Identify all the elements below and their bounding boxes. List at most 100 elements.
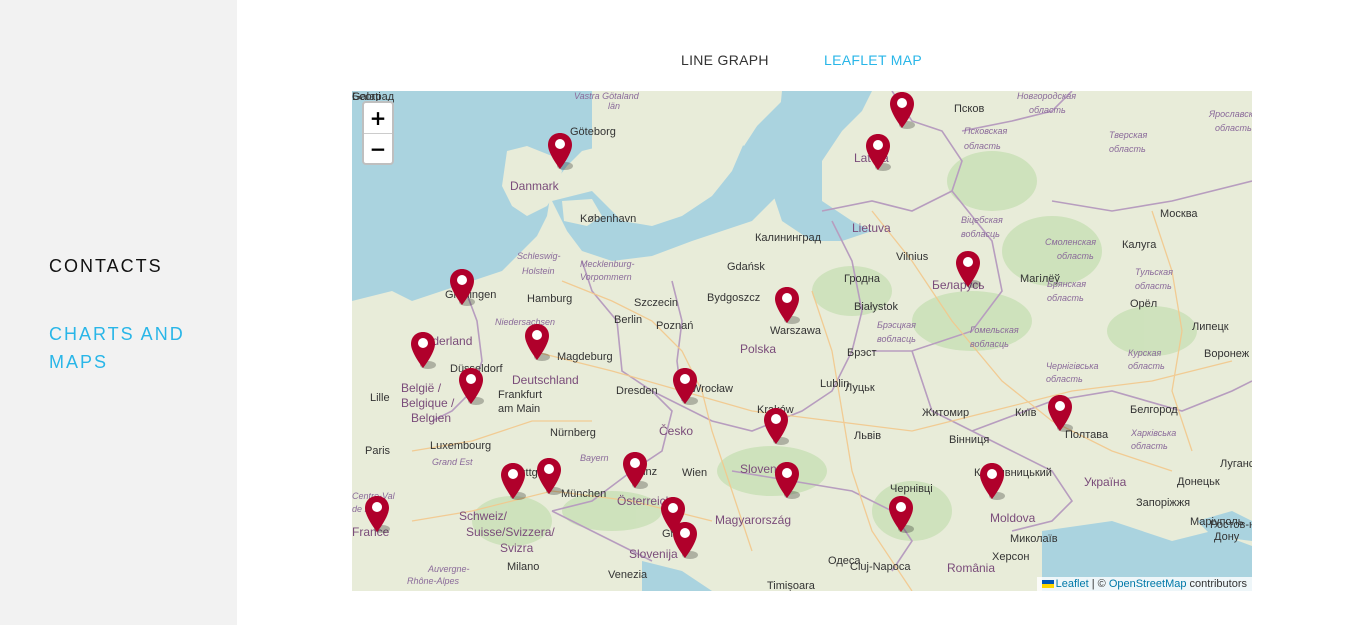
map-label: Mecklenburg- — [580, 259, 635, 269]
map-marker-pin-icon[interactable] — [763, 407, 789, 445]
map-label: Lietuva — [852, 221, 891, 235]
zoom-in-button[interactable]: + — [364, 103, 392, 134]
map-marker-pin-icon[interactable] — [865, 133, 891, 171]
map-marker-pin-icon[interactable] — [774, 461, 800, 499]
map-marker-pin-icon[interactable] — [889, 91, 915, 129]
map-label: область — [1131, 441, 1168, 451]
map-marker-pin-icon[interactable] — [622, 451, 648, 489]
map-label: Орёл — [1130, 298, 1158, 310]
map-label: Брянская — [1047, 279, 1087, 289]
zoom-out-button[interactable]: − — [364, 134, 392, 164]
map-label: Калуга — [1122, 239, 1157, 251]
map-label: Житомир — [922, 407, 970, 419]
map-label: Новгородская — [1017, 91, 1077, 101]
map-marker-pin-icon[interactable] — [979, 462, 1005, 500]
leaflet-map[interactable]: Vastra Götaland län Göteborg Danmark Københa… — [352, 91, 1252, 591]
map-label: Timișoara — [767, 580, 815, 591]
map-label: Milano — [507, 561, 540, 573]
map-label: Херсон — [992, 551, 1030, 563]
map-marker-pin-icon[interactable] — [774, 286, 800, 324]
map-label: Dresden — [616, 385, 658, 397]
map-label: вобласць — [877, 334, 916, 344]
map-label: Запоріжжя — [1136, 497, 1191, 509]
map-marker-pin-icon[interactable] — [888, 495, 914, 533]
map-marker-pin-icon[interactable] — [672, 367, 698, 405]
map-label: Донецьк — [1177, 476, 1220, 488]
map-label: Bydgoszcz — [707, 292, 761, 304]
map-label: Чернігівська — [1046, 361, 1099, 371]
map-label: Frankfurt — [498, 389, 543, 401]
map-label: Україна — [1084, 475, 1127, 489]
map-marker-pin-icon[interactable] — [410, 331, 436, 369]
nav-charts-and-maps[interactable]: CHARTS AND MAPS — [49, 320, 219, 376]
map-label: область — [1047, 293, 1084, 303]
map-marker-pin-icon[interactable] — [955, 250, 981, 288]
map-label: Белгород — [1130, 404, 1178, 416]
attribution-suffix: contributors — [1186, 578, 1247, 590]
map-label: Тверская — [1109, 130, 1148, 140]
map-attribution: Leaflet | © OpenStreetMap contributors — [1036, 577, 1252, 591]
map-label: Gdańsk — [727, 261, 765, 273]
map-label: Nürnberg — [550, 427, 596, 439]
osm-link[interactable]: OpenStreetMap — [1109, 578, 1187, 590]
nav-contacts[interactable]: CONTACTS — [49, 252, 163, 280]
map-label: Москва — [1160, 208, 1198, 220]
map-marker-pin-icon[interactable] — [536, 457, 562, 495]
map-label: Липецк — [1192, 321, 1229, 333]
map-label: Брэст — [847, 347, 877, 359]
map-label: Wien — [682, 467, 708, 479]
map-label: Курская — [1128, 348, 1162, 358]
map-label: Svizra — [500, 541, 534, 555]
map-label: Magyarország — [715, 513, 792, 527]
map-label: Воронеж — [1204, 348, 1250, 360]
map-label: Тульская — [1135, 267, 1173, 277]
map-label: München — [561, 488, 607, 500]
map-label: Bayern — [580, 453, 609, 463]
tab-leaflet-map[interactable]: LEAFLET MAP — [824, 52, 922, 68]
map-label: Брэсцкая — [877, 320, 916, 330]
map-label: Suisse/Svizzera/ — [466, 525, 555, 539]
map-label: Харківська — [1131, 428, 1177, 438]
map-marker-pin-icon[interactable] — [458, 367, 484, 405]
map-label: область — [964, 141, 1001, 151]
map-label: область — [1135, 281, 1172, 291]
map-label: Cluj-Napoca — [850, 561, 911, 573]
map-label: Луганськ — [1220, 458, 1252, 470]
leaflet-link[interactable]: Leaflet — [1056, 578, 1089, 590]
ukraine-flag-icon — [1041, 580, 1054, 589]
map-label: область — [1128, 361, 1165, 371]
map-label: Чернівці — [890, 483, 933, 495]
map-marker-pin-icon[interactable] — [1047, 394, 1073, 432]
tab-bar: LINE GRAPH LEAFLET MAP — [352, 52, 1252, 76]
map-label: România — [947, 561, 996, 575]
attribution-separator: | © — [1088, 578, 1109, 590]
map-label: Віцебская — [961, 215, 1003, 225]
map-label: Slovenija — [629, 547, 678, 561]
map-marker-pin-icon[interactable] — [524, 323, 550, 361]
map-label: Schweiz/ — [459, 509, 508, 523]
tab-line-graph[interactable]: LINE GRAPH — [681, 52, 769, 68]
map-label: область — [1029, 105, 1066, 115]
map-label: Poznań — [656, 320, 694, 332]
map-label: Дону — [1214, 531, 1240, 543]
map-label: Deutschland — [512, 373, 579, 387]
map-marker-pin-icon[interactable] — [547, 132, 573, 170]
map-label: Paris — [365, 445, 391, 457]
map-label: Moldova — [990, 511, 1036, 525]
map-marker-pin-icon[interactable] — [364, 495, 390, 533]
map-label: Vorpommern — [580, 272, 632, 282]
map-label: Гомельская — [970, 325, 1019, 335]
map-label: область — [1109, 144, 1146, 154]
map-label: Псков — [954, 103, 985, 115]
map-label: Danmark — [510, 179, 559, 193]
map-label: Rhône-Alpes — [407, 576, 460, 586]
map-marker-pin-icon[interactable] — [672, 521, 698, 559]
map-label: Вінниця — [949, 434, 990, 446]
map-label: Polska — [740, 342, 777, 356]
map-label: Vastra Götaland — [574, 91, 639, 101]
map-label: Göteborg — [570, 126, 616, 138]
map-label: область — [1215, 123, 1252, 133]
map-marker-pin-icon[interactable] — [500, 462, 526, 500]
map-label: область — [1046, 374, 1083, 384]
map-marker-pin-icon[interactable] — [449, 268, 475, 306]
